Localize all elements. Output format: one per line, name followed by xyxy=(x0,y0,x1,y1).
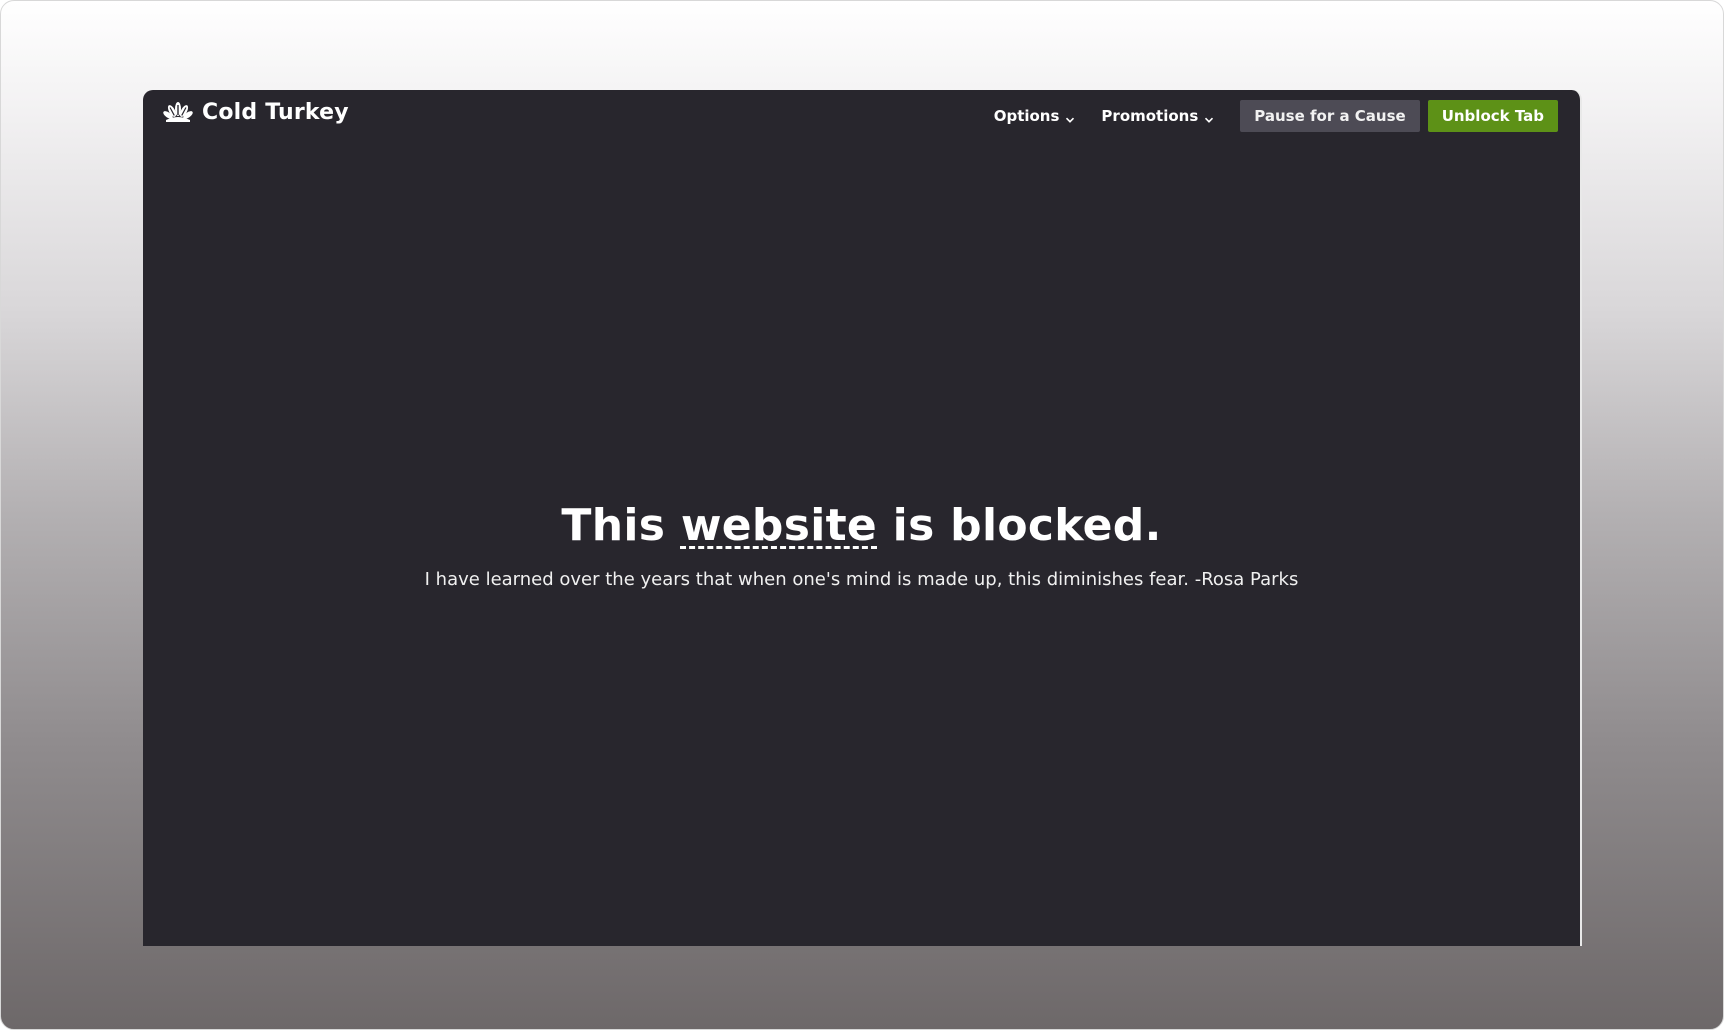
headline-suffix: is blocked. xyxy=(877,500,1162,551)
blocked-headline: This website is blocked. xyxy=(143,500,1580,551)
top-navigation-bar: Cold Turkey Options Promotions Pause for… xyxy=(143,90,1580,140)
promotions-menu-label: Promotions xyxy=(1101,107,1199,125)
options-menu[interactable]: Options xyxy=(994,107,1076,125)
chevron-down-icon xyxy=(1204,111,1214,123)
headline-prefix: This xyxy=(561,500,681,551)
pause-for-a-cause-button[interactable]: Pause for a Cause xyxy=(1240,100,1420,132)
brand[interactable]: Cold Turkey xyxy=(163,100,349,125)
blocked-page-window: Cold Turkey Options Promotions Pause for… xyxy=(143,90,1582,946)
promotions-menu[interactable]: Promotions xyxy=(1101,107,1214,125)
blocked-message: This website is blocked. I have learned … xyxy=(143,500,1580,590)
options-menu-label: Options xyxy=(993,107,1060,125)
brand-name: Cold Turkey xyxy=(202,100,349,125)
blocked-item-type-link[interactable]: website xyxy=(681,500,877,551)
motivational-quote: I have learned over the years that when … xyxy=(424,569,1299,590)
desktop-backdrop: Cold Turkey Options Promotions Pause for… xyxy=(0,0,1724,1030)
nav-actions: Options Promotions Pause for a Cause Unb… xyxy=(994,100,1558,132)
turkey-logo-icon xyxy=(163,101,193,125)
chevron-down-icon xyxy=(1065,111,1075,123)
unblock-tab-button[interactable]: Unblock Tab xyxy=(1427,100,1558,132)
